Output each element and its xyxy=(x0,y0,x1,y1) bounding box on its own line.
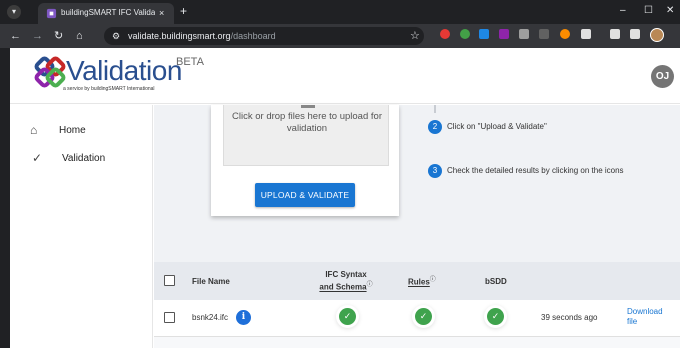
browser-tab[interactable]: buildingSMART IFC Validation S × xyxy=(38,3,174,24)
upload-icon xyxy=(301,105,315,108)
new-tab-icon[interactable]: + xyxy=(180,5,187,17)
column-ifc-syntax-line1: IFC Syntax xyxy=(325,270,367,279)
sidebar-item-label: Home xyxy=(59,125,86,136)
table-footer xyxy=(154,337,680,348)
back-arrow-icon[interactable]: ← xyxy=(10,29,21,43)
column-ifc-syntax-line2: and Schemaⓘ xyxy=(314,280,378,293)
window-edge xyxy=(0,48,10,348)
tab-bar: ▾ buildingSMART IFC Validation S × + – ☐… xyxy=(0,0,680,24)
file-dropzone[interactable]: Click or drop files here to upload for v… xyxy=(223,105,389,166)
sidebar: ⌂ Home ✓ Validation xyxy=(10,105,153,348)
table-header: File Name IFC Syntax and Schemaⓘ Rulesⓘ … xyxy=(154,262,680,300)
column-rules[interactable]: Rulesⓘ xyxy=(408,275,436,288)
sidebar-item-home[interactable]: ⌂ Home xyxy=(10,119,153,143)
browser-profile-avatar[interactable] xyxy=(650,28,664,42)
help-icon[interactable]: ⓘ xyxy=(430,277,436,283)
buildingsmart-logo-icon[interactable] xyxy=(32,54,68,90)
extension-icon-7[interactable] xyxy=(560,29,570,39)
timestamp-cell: 39 seconds ago xyxy=(541,313,598,322)
forward-arrow-icon[interactable]: → xyxy=(32,29,43,43)
step-text: Check the detailed results by clicking o… xyxy=(447,166,624,175)
home-icon[interactable]: ⌂ xyxy=(76,29,83,43)
beta-label: BETA xyxy=(176,56,204,68)
rules-pass-icon[interactable]: ✓ xyxy=(415,308,432,325)
maximize-icon[interactable]: ☐ xyxy=(644,4,653,18)
bsdd-pass-icon[interactable]: ✓ xyxy=(487,308,504,325)
column-bsdd[interactable]: bSDD xyxy=(485,277,507,287)
sidebar-item-validation[interactable]: ✓ Validation xyxy=(10,147,153,171)
bookmark-star-icon[interactable]: ☆ xyxy=(410,29,420,43)
close-window-icon[interactable]: ✕ xyxy=(666,4,674,18)
info-icon[interactable]: i xyxy=(236,310,251,325)
download-link-line1: Download xyxy=(627,307,663,316)
tab-title: buildingSMART IFC Validation S xyxy=(61,8,155,17)
file-name-cell: bsnk24.ifc xyxy=(192,313,229,322)
tab-close-icon[interactable]: × xyxy=(159,7,164,19)
upload-card: Click or drop files here to upload for v… xyxy=(211,105,399,216)
extension-icon-5[interactable] xyxy=(519,29,529,39)
table-row[interactable]: bsnk24.ifc i ✓ ✓ ✓ 39 seconds ago Downlo… xyxy=(154,300,680,337)
select-all-checkbox[interactable] xyxy=(164,275,175,286)
side-panel-icon[interactable] xyxy=(630,29,640,39)
url-host: validate.buildingsmart.org xyxy=(128,31,231,41)
dropzone-text: Click or drop files here to upload for v… xyxy=(232,111,382,134)
logo-text[interactable]: Validation xyxy=(66,56,182,86)
column-ifc-syntax[interactable]: IFC Syntax and Schemaⓘ xyxy=(314,270,378,293)
download-file-link[interactable]: Download file xyxy=(627,307,663,327)
row-checkbox[interactable] xyxy=(164,312,175,323)
column-rules-text: Rules xyxy=(408,277,430,287)
check-icon: ✓ xyxy=(32,151,43,165)
steps-connector xyxy=(434,105,436,113)
extension-icon-2[interactable] xyxy=(460,29,470,39)
extension-icon-3[interactable] xyxy=(479,29,489,39)
main-content: Click or drop files here to upload for v… xyxy=(154,105,680,348)
home-icon: ⌂ xyxy=(30,123,38,137)
syntax-pass-icon[interactable]: ✓ xyxy=(339,308,356,325)
browser-window: ▾ buildingSMART IFC Validation S × + – ☐… xyxy=(0,0,680,348)
extensions-puzzle-icon[interactable] xyxy=(581,29,591,39)
extension-icon-6[interactable] xyxy=(539,29,549,39)
upload-validate-button[interactable]: UPLOAD & VALIDATE xyxy=(255,183,355,207)
extension-icon-1[interactable] xyxy=(440,29,450,39)
column-ifc-syntax-line2-text: and Schema xyxy=(319,282,367,292)
minimize-icon[interactable]: – xyxy=(620,4,626,18)
url-text: validate.buildingsmart.org/dashboard xyxy=(128,30,276,42)
user-avatar[interactable]: OJ xyxy=(651,65,674,88)
step-text: Click on "Upload & Validate" xyxy=(447,122,547,131)
reload-icon[interactable]: ↻ xyxy=(54,29,63,43)
navigation-bar: ← → ↻ ⌂ ⚙ validate.buildingsmart.org/das… xyxy=(0,24,680,48)
site-info-icon[interactable]: ⚙ xyxy=(112,30,120,42)
column-file-name[interactable]: File Name xyxy=(192,277,230,287)
tab-search-chevron-icon[interactable]: ▾ xyxy=(7,5,21,19)
step-number: 3 xyxy=(428,164,442,178)
help-icon[interactable]: ⓘ xyxy=(367,282,373,288)
step-number: 2 xyxy=(428,120,442,134)
download-icon[interactable] xyxy=(610,29,620,39)
url-path: /dashboard xyxy=(230,31,276,41)
logo-subtitle: a service by buildingSMART International xyxy=(63,86,155,92)
extension-icon-4[interactable] xyxy=(499,29,509,39)
download-link-line2: file xyxy=(627,317,638,326)
address-bar[interactable]: ⚙ validate.buildingsmart.org/dashboard ☆ xyxy=(104,27,424,45)
favicon-icon xyxy=(46,8,57,19)
sidebar-item-label: Validation xyxy=(62,153,106,164)
app-header: Validation a service by buildingSMART In… xyxy=(10,48,680,104)
